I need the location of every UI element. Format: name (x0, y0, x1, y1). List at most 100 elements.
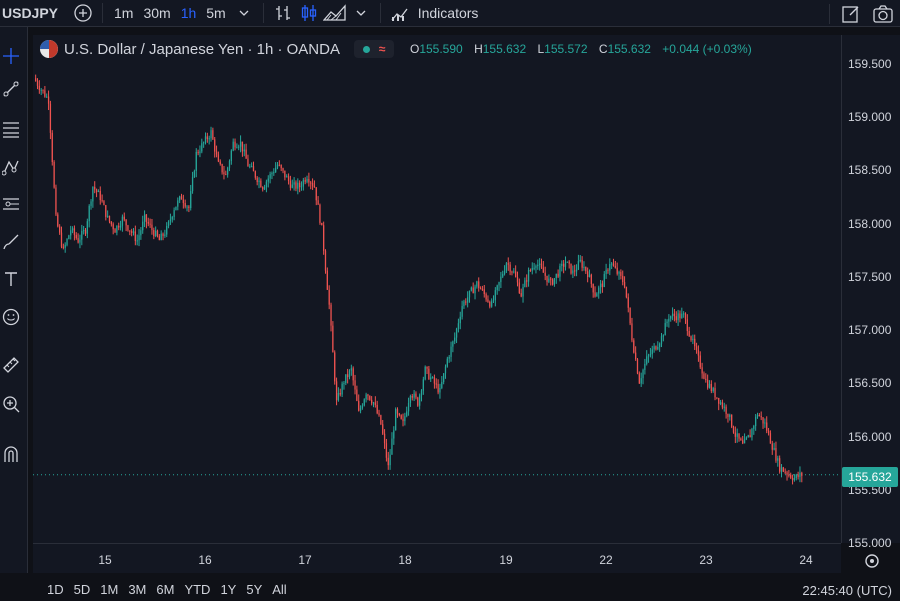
candle-body (123, 216, 125, 220)
candle-body (369, 395, 371, 400)
range-1y[interactable]: 1Y (215, 582, 241, 597)
indicators-icon[interactable] (387, 0, 413, 26)
high-value: 155.632 (482, 42, 527, 56)
range-1d[interactable]: 1D (42, 582, 69, 597)
candle-body (186, 206, 188, 208)
candle-body (73, 228, 76, 235)
candle-body (614, 265, 616, 268)
candle-body (210, 130, 212, 139)
candle-body (258, 180, 260, 183)
range-ytd[interactable]: YTD (179, 582, 215, 597)
candle-body (684, 313, 687, 320)
forecasting-icon[interactable] (0, 192, 22, 216)
candle-body (563, 263, 565, 267)
candle-body (426, 366, 428, 369)
candle-body (452, 341, 454, 347)
candle-body (422, 379, 424, 391)
interval-1h[interactable]: 1h (176, 0, 202, 26)
candles-chart-style-icon[interactable] (296, 0, 322, 26)
candle-body (267, 178, 269, 182)
candle-body (596, 293, 598, 297)
area-chart-style-icon[interactable] (322, 0, 348, 26)
compare-add-icon[interactable] (70, 0, 96, 26)
interval-5m[interactable]: 5m (201, 0, 230, 26)
candle-body (387, 457, 389, 466)
candle-body (708, 383, 711, 388)
candle-body (391, 438, 393, 455)
interval-30m[interactable]: 30m (138, 0, 175, 26)
candle-body (618, 271, 620, 274)
candle-body (766, 422, 768, 431)
time-axis[interactable]: 15 16 17 18 19 22 23 24 (33, 543, 841, 573)
chart-pane[interactable] (33, 35, 841, 543)
candle-body (105, 205, 107, 217)
chart-settings-icon[interactable] (859, 548, 885, 574)
candle-body (491, 301, 493, 307)
change-value: +0.044 (+0.03%) (662, 42, 752, 56)
price-tick: 157.000 (848, 323, 892, 337)
candle-body (162, 233, 164, 236)
edit-icon[interactable] (836, 1, 866, 27)
candle-body (42, 89, 44, 91)
candle-body (214, 139, 216, 152)
candle-body (223, 172, 225, 175)
indicators-button[interactable]: Indicators (413, 0, 484, 26)
candle-body (437, 383, 439, 393)
candle-body (341, 383, 343, 395)
candle-body (505, 263, 508, 271)
candle-body (712, 388, 714, 392)
candle-body (496, 285, 498, 291)
utc-clock[interactable]: 22:45:40 (UTC) (802, 583, 892, 598)
crosshair-icon[interactable] (0, 44, 22, 68)
interval-1m[interactable]: 1m (109, 0, 138, 26)
camera-icon[interactable] (866, 1, 900, 27)
trend-line-icon[interactable] (0, 77, 22, 101)
market-status-badge[interactable]: ≈ (353, 40, 394, 58)
emoji-icon[interactable] (0, 305, 22, 329)
candle-body (478, 281, 480, 289)
price-tick: 156.000 (848, 430, 892, 444)
range-6m[interactable]: 6M (151, 582, 179, 597)
candle-body (398, 413, 400, 416)
candle-body (321, 222, 323, 226)
candle-body (345, 374, 347, 384)
candle-body (653, 346, 655, 350)
range-5d[interactable]: 5D (69, 582, 96, 597)
symbol-title[interactable]: U.S. Dollar / Japanese Yen · 1h · OANDA (64, 41, 340, 58)
candle-body (155, 230, 157, 237)
symbol-search[interactable]: USDJPY (0, 5, 70, 21)
range-1m[interactable]: 1M (95, 582, 123, 597)
bar-chart-style-icon[interactable] (270, 0, 296, 26)
range-3m[interactable]: 3M (123, 582, 151, 597)
zoom-in-icon[interactable] (0, 392, 22, 416)
magnet-icon[interactable] (0, 442, 22, 466)
candle-body (127, 225, 129, 231)
candle-body (101, 200, 103, 202)
candle-body (784, 471, 786, 473)
text-tool-icon[interactable] (0, 267, 22, 291)
candle-body (756, 414, 759, 417)
brush-icon[interactable] (0, 230, 22, 254)
pattern-icon[interactable] (0, 155, 22, 179)
fib-retracement-icon[interactable] (0, 117, 22, 141)
candle-body (367, 394, 369, 396)
candle-body (527, 269, 530, 282)
range-all[interactable]: All (267, 582, 291, 597)
candle-body (710, 383, 712, 392)
chevron-down-icon[interactable] (231, 0, 257, 26)
candle-body (474, 286, 476, 294)
candle-body (354, 380, 356, 390)
candle-body (439, 387, 441, 393)
ruler-icon[interactable] (0, 353, 22, 377)
candle-body (247, 158, 249, 167)
candle-body (350, 368, 352, 371)
range-5y[interactable]: 5Y (241, 582, 267, 597)
candle-body (740, 438, 742, 441)
candle-body (516, 276, 519, 283)
candle-body (119, 225, 122, 228)
candle-body (145, 214, 148, 222)
toolbar-divider (262, 3, 264, 23)
chevron-down-icon[interactable] (348, 0, 374, 26)
candle-body (356, 389, 358, 401)
candle-body (116, 225, 118, 233)
